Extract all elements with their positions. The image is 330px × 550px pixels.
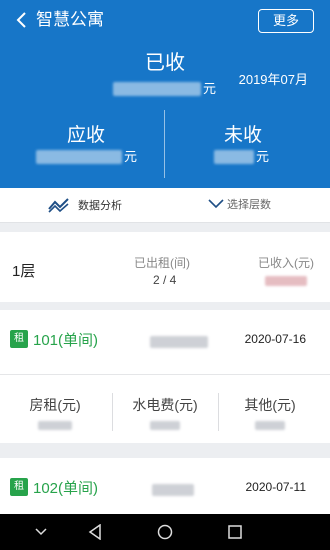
select-floor-label: 选择层数	[227, 199, 271, 211]
utility-fee-label: 水电费(元)	[132, 397, 198, 413]
nav-recents-button[interactable]	[226, 523, 244, 541]
unpaid-value-redacted	[214, 150, 254, 164]
room-row[interactable]: 租 102(单间) 2020-07-11	[0, 458, 330, 514]
tenant-redacted	[150, 336, 208, 348]
select-floor-button[interactable]: 选择层数	[208, 196, 271, 212]
other-fee-label: 其他(元)	[244, 397, 296, 413]
nav-back-button[interactable]	[86, 523, 104, 541]
floor-summary[interactable]: 1层 已出租(间) 2 / 4 已收入(元)	[0, 232, 330, 302]
due-label: 应收	[66, 125, 105, 146]
unpaid-amount: 元	[214, 150, 269, 164]
tenant-redacted	[152, 484, 194, 496]
rent-badge: 租	[10, 478, 28, 496]
rent-badge: 租	[10, 330, 28, 348]
trend-chart-icon	[48, 198, 69, 213]
received-unit: 元	[203, 81, 217, 96]
floor-name: 1层	[12, 263, 36, 280]
month-label: 2019年07月	[238, 72, 308, 87]
chevron-left-icon	[16, 12, 26, 28]
due-unit: 元	[124, 149, 138, 164]
rent-fee-label: 房租(元)	[29, 397, 81, 413]
chevron-down-icon	[35, 528, 47, 536]
rented-value: 2 / 4	[153, 273, 177, 287]
unpaid-label: 未收	[223, 125, 262, 146]
income-header: 已收入(元)	[258, 256, 314, 270]
action-bar: 数据分析 选择层数	[0, 188, 330, 223]
back-button[interactable]	[10, 8, 32, 32]
other-fee: 其他(元)	[215, 375, 325, 443]
nav-collapse-button[interactable]	[32, 523, 50, 541]
rented-header: 已出租(间)	[134, 256, 190, 270]
system-nav-bar	[0, 514, 330, 550]
room-date: 2020-07-16	[244, 332, 306, 346]
due-value-redacted	[36, 150, 122, 164]
room-date: 2020-07-11	[245, 480, 307, 494]
room-name: 102(单间)	[33, 480, 99, 497]
page-title: 智慧公寓	[36, 10, 104, 29]
data-analysis-button[interactable]: 数据分析	[48, 196, 122, 214]
rent-fee: 房租(元)	[0, 375, 110, 443]
room-row[interactable]: 租 101(单间) 2020-07-16	[0, 310, 330, 374]
utility-fee-redacted	[150, 421, 180, 430]
more-button[interactable]: 更多	[258, 9, 314, 33]
received-amount: 元	[113, 82, 216, 96]
summary-header: 智慧公寓 更多 已收 元 2019年07月 应收 元 未收 元	[0, 0, 330, 188]
income-value-redacted	[265, 276, 307, 286]
unpaid-unit: 元	[256, 149, 270, 164]
received-value-redacted	[113, 82, 201, 96]
nav-home-button[interactable]	[156, 523, 174, 541]
triangle-back-icon	[88, 524, 101, 540]
chevron-down-icon	[208, 199, 224, 209]
utility-fee: 水电费(元)	[110, 375, 220, 443]
square-recents-icon	[228, 525, 242, 539]
due-amount: 元	[36, 150, 137, 164]
circle-home-icon	[157, 524, 173, 540]
other-fee-redacted	[255, 421, 285, 430]
top-bar: 智慧公寓 更多	[0, 0, 330, 40]
room-name: 101(单间)	[33, 332, 99, 349]
rent-fee-redacted	[38, 421, 72, 430]
summary-divider	[164, 110, 165, 178]
data-analysis-label: 数据分析	[78, 200, 122, 212]
fee-summary: 房租(元) 水电费(元) 其他(元)	[0, 374, 330, 443]
